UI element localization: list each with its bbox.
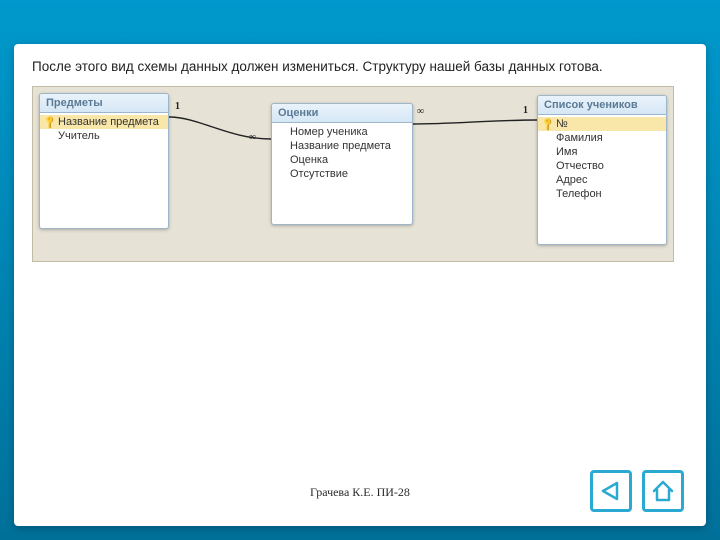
home-button[interactable] — [642, 470, 684, 512]
table-row: Номер ученика — [272, 125, 412, 139]
field-label: Название предмета — [58, 116, 164, 128]
back-icon — [599, 479, 623, 503]
cardinality-label: 1 — [523, 105, 528, 116]
field-label: № — [556, 118, 662, 130]
table-row: Отчество — [538, 159, 666, 173]
nav-buttons — [590, 470, 684, 512]
field-label: Учитель — [58, 130, 164, 142]
prev-button[interactable] — [590, 470, 632, 512]
field-label: Телефон — [556, 188, 662, 200]
field-label: Имя — [556, 146, 662, 158]
field-label: Номер ученика — [290, 126, 408, 138]
caption-text: После этого вид схемы данных должен изме… — [32, 58, 688, 76]
table-header: Предметы — [40, 94, 168, 113]
relation-ocenki-spisok — [413, 115, 537, 127]
field-label: Отсутствие — [290, 168, 408, 180]
table-row: 🔑 Название предмета — [40, 115, 168, 129]
key-icon: 🔑 — [44, 117, 58, 128]
table-row: Фамилия — [538, 131, 666, 145]
cardinality-label: ∞ — [249, 132, 254, 143]
table-row: Оценка — [272, 153, 412, 167]
table-body: 🔑 № Фамилия Имя Отчество Адрес Телефон — [538, 115, 666, 225]
field-label: Фамилия — [556, 132, 662, 144]
table-ocenki: Оценки Номер ученика Название предмета О… — [271, 103, 413, 225]
table-row: Имя — [538, 145, 666, 159]
table-header: Список учеников — [538, 96, 666, 115]
table-row: Отсутствие — [272, 167, 412, 181]
table-body: 🔑 Название предмета Учитель — [40, 113, 168, 223]
table-header: Оценки — [272, 104, 412, 123]
table-row: 🔑 № — [538, 117, 666, 131]
relation-predmety-ocenki — [169, 111, 271, 151]
table-row: Телефон — [538, 187, 666, 201]
field-label: Название предмета — [290, 140, 408, 152]
table-row: Название предмета — [272, 139, 412, 153]
content-card: После этого вид схемы данных должен изме… — [14, 44, 706, 526]
field-label: Оценка — [290, 154, 408, 166]
table-predmety: Предметы 🔑 Название предмета Учитель — [39, 93, 169, 229]
key-icon: 🔑 — [542, 119, 556, 130]
home-icon — [650, 478, 676, 504]
table-row: Адрес — [538, 173, 666, 187]
cardinality-label: ∞ — [417, 106, 422, 117]
slide: После этого вид схемы данных должен изме… — [0, 0, 720, 540]
table-body: Номер ученика Название предмета Оценка О… — [272, 123, 412, 233]
schema-area: Предметы 🔑 Название предмета Учитель Оце… — [32, 86, 674, 262]
field-label: Отчество — [556, 160, 662, 172]
field-label: Адрес — [556, 174, 662, 186]
cardinality-label: 1 — [175, 101, 180, 112]
table-spisok: Список учеников 🔑 № Фамилия Имя Отчество… — [537, 95, 667, 245]
table-row: Учитель — [40, 129, 168, 143]
